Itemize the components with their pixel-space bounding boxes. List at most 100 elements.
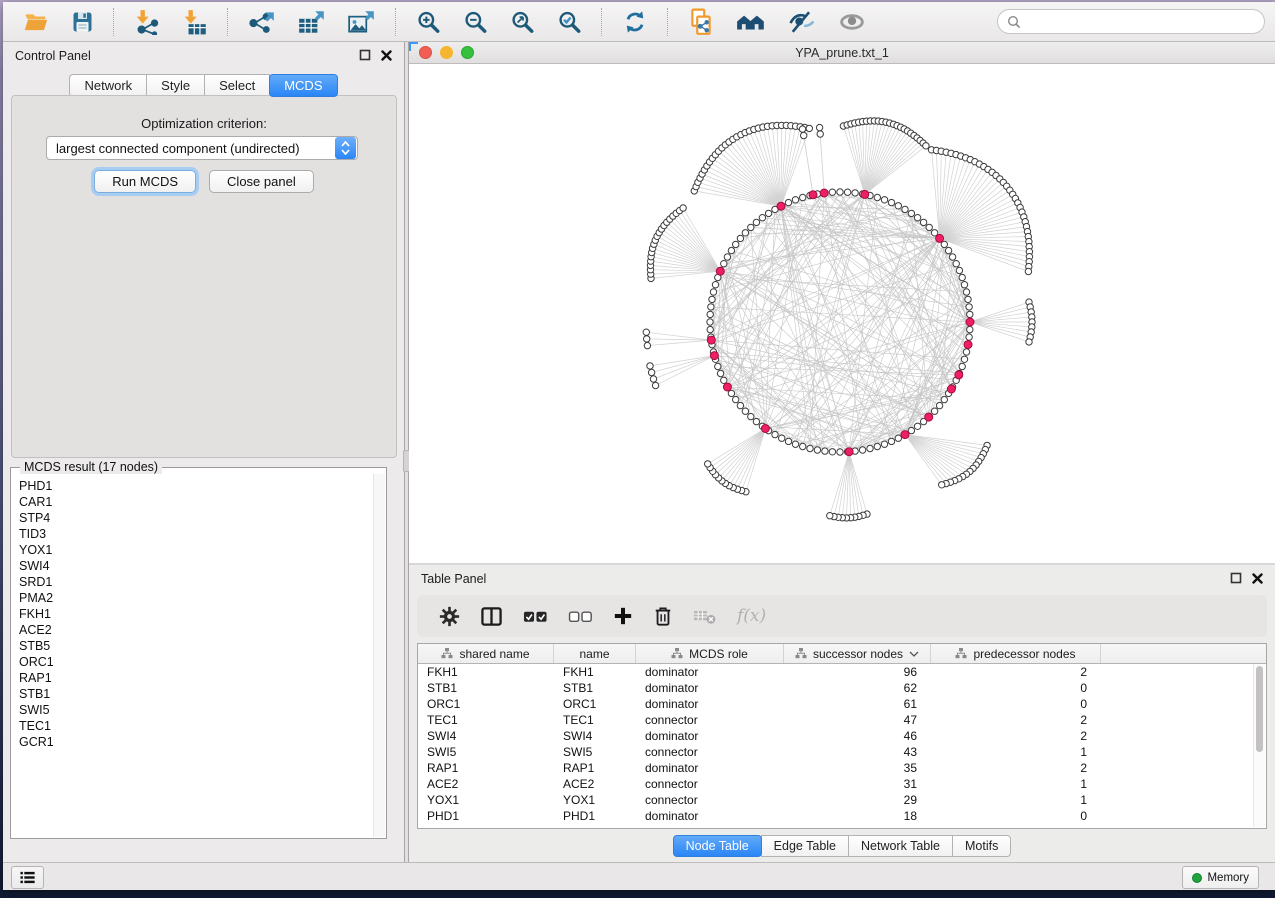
mcds-list-item[interactable]: FKH1 <box>19 606 373 622</box>
table-row[interactable]: PHD1PHD1dominator180 <box>418 808 1266 824</box>
network-node[interactable] <box>852 190 858 196</box>
deselect-all-checks-button[interactable] <box>560 606 601 627</box>
network-node[interactable] <box>753 219 759 225</box>
mcds-list-item[interactable]: CAR1 <box>19 494 373 510</box>
show-all-button[interactable] <box>828 5 876 39</box>
table-row[interactable]: SWI4SWI4dominator462 <box>418 728 1266 744</box>
network-hub-node[interactable] <box>925 413 933 421</box>
network-node[interactable] <box>1025 268 1031 274</box>
network-hub-node[interactable] <box>955 371 963 379</box>
network-node[interactable] <box>785 438 791 444</box>
zoom-fit-button[interactable] <box>500 5 545 39</box>
mcds-list-item[interactable]: STB1 <box>19 686 373 702</box>
network-node[interactable] <box>707 311 713 317</box>
network-canvas[interactable] <box>409 64 1275 563</box>
network-node[interactable] <box>710 289 716 295</box>
network-node[interactable] <box>728 247 734 253</box>
delete-rows-button[interactable] <box>645 603 681 630</box>
network-node[interactable] <box>920 219 926 225</box>
mcds-list-item[interactable]: STP4 <box>19 510 373 526</box>
export-image-button[interactable] <box>338 5 386 39</box>
export-network-button[interactable] <box>238 5 286 39</box>
network-window-titlebar[interactable]: YPA_prune.txt_1 <box>409 42 1275 64</box>
network-node[interactable] <box>765 210 771 216</box>
network-node[interactable] <box>753 418 759 424</box>
select-all-checks-button[interactable] <box>515 606 556 627</box>
network-hub-node[interactable] <box>947 385 955 393</box>
network-hub-node[interactable] <box>820 189 828 197</box>
criterion-dropdown[interactable]: largest connected component (undirected) <box>46 136 358 160</box>
column-header-shared-name[interactable]: shared name <box>418 644 554 663</box>
mcds-list-item[interactable]: YOX1 <box>19 542 373 558</box>
mcds-list-item[interactable]: TEC1 <box>19 718 373 734</box>
network-node[interactable] <box>800 443 806 449</box>
float-panel-icon[interactable] <box>1230 572 1242 584</box>
network-node[interactable] <box>644 336 650 342</box>
search-input[interactable] <box>1027 14 1255 30</box>
network-node[interactable] <box>680 205 686 211</box>
table-row[interactable]: ORC1ORC1dominator610 <box>418 696 1266 712</box>
mcds-list-item[interactable]: RAP1 <box>19 670 373 686</box>
first-neighbors-button[interactable] <box>726 5 776 39</box>
tab-select[interactable]: Select <box>204 74 270 97</box>
network-node[interactable] <box>961 282 967 288</box>
network-node[interactable] <box>721 261 727 267</box>
table-row[interactable]: SWI5SWI5connector431 <box>418 744 1266 760</box>
network-node[interactable] <box>956 267 962 273</box>
network-node[interactable] <box>967 311 973 317</box>
network-node[interactable] <box>874 443 880 449</box>
network-hub-node[interactable] <box>964 341 972 349</box>
save-session-button[interactable] <box>61 5 104 39</box>
network-node[interactable] <box>806 125 812 131</box>
network-node[interactable] <box>844 189 850 195</box>
column-header-mcds-role[interactable]: MCDS role <box>636 644 784 663</box>
export-table-button[interactable] <box>288 5 336 39</box>
network-node[interactable] <box>748 224 754 230</box>
apply-layout-button[interactable] <box>612 5 658 39</box>
network-node[interactable] <box>888 199 894 205</box>
network-node[interactable] <box>737 402 743 408</box>
network-node[interactable] <box>650 376 656 382</box>
network-node[interactable] <box>800 194 806 200</box>
network-node[interactable] <box>772 431 778 437</box>
network-node[interactable] <box>724 254 730 260</box>
hide-selected-button[interactable] <box>778 5 826 39</box>
table-scrollbar-thumb[interactable] <box>1256 666 1263 752</box>
tab-mcds[interactable]: MCDS <box>269 74 337 97</box>
network-node[interactable] <box>733 396 739 402</box>
table-scrollbar[interactable] <box>1253 664 1265 827</box>
network-node[interactable] <box>967 326 973 332</box>
network-node[interactable] <box>959 274 965 280</box>
network-node[interactable] <box>737 235 743 241</box>
network-hub-node[interactable] <box>861 190 869 198</box>
import-network-button[interactable] <box>124 5 170 39</box>
delete-table-button[interactable] <box>685 605 725 628</box>
network-node[interactable] <box>799 126 805 132</box>
network-node[interactable] <box>712 282 718 288</box>
network-node[interactable] <box>779 435 785 441</box>
mcds-list-item[interactable]: GCR1 <box>19 734 373 750</box>
zoom-selected-button[interactable] <box>547 5 592 39</box>
network-node[interactable] <box>829 189 835 195</box>
function-builder-button[interactable]: f(x) <box>729 606 774 626</box>
add-row-button[interactable] <box>605 603 641 629</box>
network-node[interactable] <box>792 197 798 203</box>
network-node[interactable] <box>867 445 873 451</box>
tab-node-table[interactable]: Node Table <box>673 835 762 857</box>
network-node[interactable] <box>652 382 658 388</box>
network-node[interactable] <box>959 363 965 369</box>
network-node[interactable] <box>643 329 649 335</box>
network-hub-node[interactable] <box>761 425 769 433</box>
network-node[interactable] <box>966 334 972 340</box>
network-node[interactable] <box>728 390 734 396</box>
zoom-in-button[interactable] <box>406 5 451 39</box>
tab-motifs[interactable]: Motifs <box>952 835 1011 857</box>
network-node[interactable] <box>914 423 920 429</box>
network-hub-node[interactable] <box>777 202 785 210</box>
network-node[interactable] <box>733 241 739 247</box>
mcds-list-item[interactable]: STB5 <box>19 638 373 654</box>
network-node[interactable] <box>931 408 937 414</box>
table-row[interactable]: YOX1YOX1connector291 <box>418 792 1266 808</box>
network-hub-node[interactable] <box>716 267 724 275</box>
table-row[interactable]: FKH1FKH1dominator962 <box>418 664 1266 680</box>
